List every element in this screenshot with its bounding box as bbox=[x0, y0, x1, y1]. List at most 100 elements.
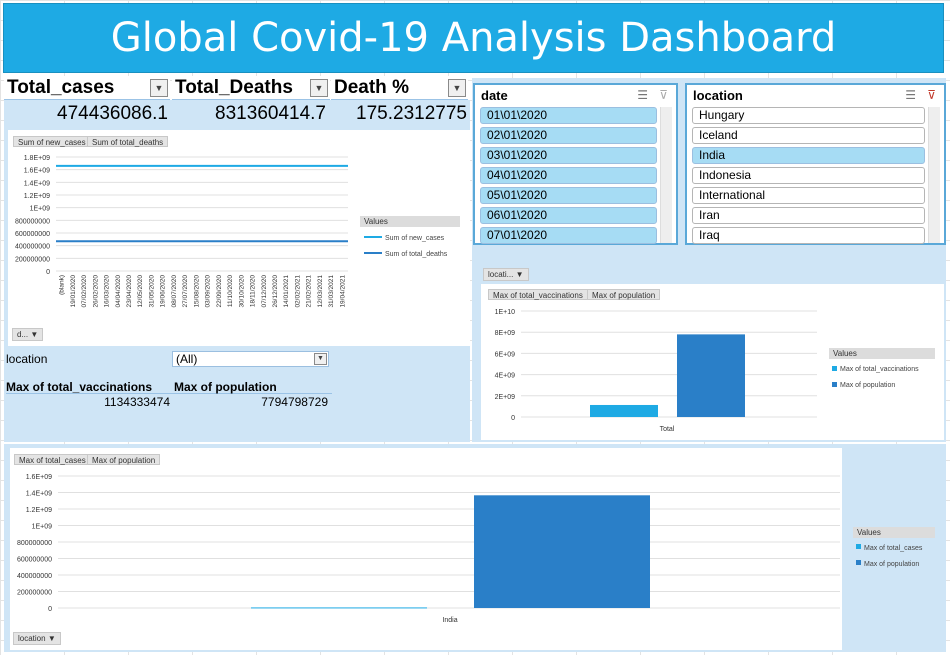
pivot-filter-value: (All) bbox=[176, 352, 198, 366]
x-tick-label: 07/02/2020 bbox=[81, 275, 88, 308]
chevron-down-icon: ▼ bbox=[515, 270, 524, 279]
legend-swatch bbox=[856, 544, 861, 549]
y-tick-label: 1.4E+09 bbox=[26, 491, 52, 498]
legend-swatch bbox=[856, 560, 861, 565]
pivot-value: 1134333474 bbox=[104, 395, 170, 409]
y-tick-label: 800000000 bbox=[15, 218, 50, 225]
filter-dropdown-button[interactable]: ▼ bbox=[150, 79, 168, 97]
field-button-label: locati... bbox=[488, 270, 514, 279]
india-bar-chart: 0 200000000 400000000 600000000 800000000 1E+… bbox=[17, 474, 840, 624]
chevron-down-icon: ▼ bbox=[30, 330, 39, 339]
y-tick-label: 1.2E+09 bbox=[24, 193, 50, 200]
slicer-scrollbar[interactable] bbox=[928, 107, 940, 243]
y-tick-label: 0 bbox=[511, 415, 515, 422]
y-tick-label: 4E+09 bbox=[495, 373, 516, 380]
pivot-header-row: Max of total_vaccinations Max of populat… bbox=[6, 380, 332, 394]
total-bar-chart-panel[interactable]: Max of total_vaccinations Max of populat… bbox=[481, 284, 944, 440]
kpi-header-total-deaths: Total_Deaths ▼ bbox=[172, 76, 330, 100]
x-tick-label: 11/10/2020 bbox=[227, 275, 234, 307]
slicer-scrollbar[interactable] bbox=[660, 107, 672, 243]
kpi-header-label: Total_Deaths bbox=[175, 77, 293, 98]
slicer-item[interactable]: 03\01\2020 bbox=[480, 147, 657, 164]
clear-filter-icon[interactable]: ⊽ bbox=[659, 88, 668, 102]
y-tick-label: 1E+09 bbox=[32, 524, 53, 531]
x-tick-label: 22/09/2020 bbox=[216, 275, 223, 308]
pivot-value: 7794798729 bbox=[261, 395, 328, 409]
india-chart-legend: Max of total_cases Max of population bbox=[856, 544, 923, 568]
date-slicer: date ☰ ⊽ 01\01\2020 02\01\2020 03\01\2020 0… bbox=[473, 83, 678, 245]
kpi-header-label: Total_cases bbox=[7, 77, 115, 98]
legend-title: Values bbox=[360, 216, 460, 227]
axis-field-button[interactable]: location ▼ bbox=[13, 632, 61, 645]
slicer-item[interactable]: Iceland bbox=[692, 127, 925, 144]
y-tick-label: 0 bbox=[48, 606, 52, 613]
y-tick-label: 400000000 bbox=[17, 573, 52, 580]
x-tick-label: 31/05/2020 bbox=[148, 275, 155, 308]
y-tick-label: 0 bbox=[46, 269, 50, 276]
legend-label: Max of total_cases bbox=[864, 545, 923, 552]
x-tick-label: 12/05/2020 bbox=[137, 275, 144, 308]
x-tick-label: 16/03/2020 bbox=[104, 275, 111, 308]
y-tick-label: 6E+09 bbox=[495, 351, 516, 358]
multi-select-icon[interactable]: ☰ bbox=[637, 88, 648, 102]
slicer-item[interactable]: 04\01\2020 bbox=[480, 167, 657, 184]
y-tick-label: 1.8E+09 bbox=[24, 155, 50, 162]
legend-label: Sum of total_deaths bbox=[385, 251, 448, 258]
legend-swatch bbox=[832, 366, 837, 371]
x-tick-label: 31/03/2021 bbox=[328, 275, 335, 308]
pivot-header: Max of total_vaccinations bbox=[6, 380, 153, 394]
slicer-item[interactable]: Hungary bbox=[692, 107, 925, 124]
x-tick-label: 21/02/2021 bbox=[306, 275, 313, 308]
kpi-header-death-pct: Death % ▼ bbox=[331, 76, 468, 100]
legend-label: Sum of new_cases bbox=[385, 235, 445, 242]
filter-dropdown-button[interactable]: ▼ bbox=[448, 79, 466, 97]
pivot-filter-select[interactable]: (All) ▼ bbox=[172, 351, 329, 367]
slicer-item[interactable]: 05\01\2020 bbox=[480, 187, 657, 204]
slicer-item[interactable]: 02\01\2020 bbox=[480, 127, 657, 144]
x-tick-label: 23/04/2020 bbox=[126, 275, 133, 308]
y-tick-label: 1.6E+09 bbox=[24, 168, 50, 175]
slicer-item[interactable]: Indonesia bbox=[692, 167, 925, 184]
x-tick-label: 07/12/2020 bbox=[261, 275, 268, 308]
field-button-label: location bbox=[18, 634, 46, 643]
filter-dropdown-button[interactable]: ▼ bbox=[310, 79, 328, 97]
slicer-item[interactable]: 06\01\2020 bbox=[480, 207, 657, 224]
x-tick-label: 18/11/2020 bbox=[250, 275, 257, 307]
dashboard-title: Global Covid-19 Analysis Dashboard bbox=[3, 3, 944, 73]
chevron-down-icon: ▼ bbox=[452, 83, 462, 93]
slicer-item[interactable]: India bbox=[692, 147, 925, 164]
india-bar-chart-panel[interactable]: Max of total_cases Max of population 0 20… bbox=[10, 448, 842, 650]
clear-filter-icon[interactable]: ⊽ bbox=[927, 88, 936, 102]
x-tick-label: 19/06/2020 bbox=[160, 275, 167, 308]
bar bbox=[474, 495, 650, 608]
legend-swatch bbox=[832, 382, 837, 387]
x-tick-label: (blank) bbox=[59, 275, 66, 295]
slicer-item[interactable]: 07\01\2020 bbox=[480, 227, 657, 244]
legend-label: Max of total_vaccinations bbox=[840, 366, 919, 373]
x-tick-label: 02/02/2021 bbox=[294, 275, 301, 308]
filter-dropdown-button[interactable]: ▼ bbox=[314, 353, 327, 365]
y-tick-label: 1.2E+09 bbox=[26, 507, 52, 514]
axis-field-button[interactable]: d... ▼ bbox=[12, 328, 44, 341]
slicer-item[interactable]: 01\01\2020 bbox=[480, 107, 657, 124]
slicer-item[interactable]: International bbox=[692, 187, 925, 204]
x-tick-label: 19/01/2020 bbox=[70, 275, 77, 308]
multi-select-icon[interactable]: ☰ bbox=[905, 88, 916, 102]
y-tick-label: 200000000 bbox=[15, 256, 50, 263]
x-tick-label: 08/07/2020 bbox=[171, 275, 178, 308]
x-tick-label: 30/10/2020 bbox=[238, 275, 245, 308]
legend-label: Max of population bbox=[840, 382, 895, 389]
y-tick-label: 400000000 bbox=[15, 244, 50, 251]
slicer-item[interactable]: Iraq bbox=[692, 227, 925, 244]
x-tick-label: 04/04/2020 bbox=[115, 275, 122, 308]
pivot-filter-label: location bbox=[6, 352, 48, 366]
line-chart-panel[interactable]: Sum of new_cases Sum of total_deaths 0 20… bbox=[8, 130, 470, 346]
kpi-header-label: Death % bbox=[334, 77, 409, 98]
x-tick-label: 27/07/2020 bbox=[182, 275, 189, 308]
bar bbox=[590, 404, 658, 417]
slicer-item[interactable]: Iran bbox=[692, 207, 925, 224]
line-chart: 0 200000000 400000000 600000000 800000000 1E+… bbox=[15, 155, 448, 308]
chevron-down-icon: ▼ bbox=[314, 83, 324, 93]
axis-field-button[interactable]: locati... ▼ bbox=[483, 268, 529, 281]
y-tick-label: 8E+09 bbox=[495, 330, 516, 337]
